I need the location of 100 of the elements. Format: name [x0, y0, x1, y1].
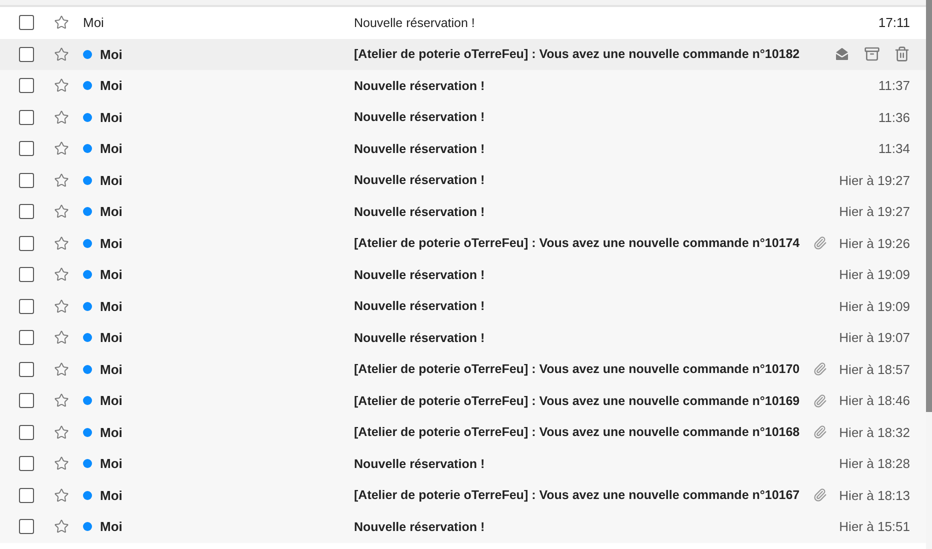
- mark-read-button[interactable]: [834, 46, 850, 62]
- message-time: 17:11: [878, 15, 910, 30]
- message-row[interactable]: Moi Nouvelle réservation ! 11:36: [0, 102, 926, 133]
- select-checkbox[interactable]: [19, 393, 34, 408]
- message-subject: Nouvelle réservation !: [354, 204, 486, 219]
- star-icon[interactable]: [54, 267, 69, 282]
- star-icon[interactable]: [54, 110, 69, 125]
- select-checkbox[interactable]: [19, 172, 34, 188]
- select-checkbox[interactable]: [19, 204, 34, 220]
- message-time: Hier à 19:07: [839, 330, 910, 346]
- message-row[interactable]: Moi Nouvelle réservation ! Hier à 15:51: [0, 511, 926, 542]
- select-checkbox[interactable]: [19, 15, 34, 30]
- select-checkbox[interactable]: [19, 236, 34, 251]
- message-time: 11:36: [878, 110, 910, 125]
- select-checkbox[interactable]: [19, 330, 34, 346]
- message-subject: Nouvelle réservation !: [354, 16, 476, 30]
- sender-name: Moi: [100, 236, 122, 251]
- message-row[interactable]: Moi Nouvelle réservation ! Hier à 19:27: [0, 164, 926, 196]
- star-icon[interactable]: [54, 15, 69, 30]
- select-checkbox[interactable]: [19, 298, 34, 314]
- message-subject: Nouvelle réservation !: [354, 173, 486, 188]
- message-subject: [Atelier de poterie oTerreFeu] : Vous avez une nouvelle commande n°10168: [354, 425, 801, 440]
- message-subject: [Atelier de poterie oTerreFeu] : Vous avez une nouvelle commande n°10167: [354, 488, 801, 502]
- star-icon[interactable]: [54, 78, 69, 94]
- message-time: Hier à 18:57: [839, 362, 910, 377]
- message-row[interactable]: Moi [Atelier de poterie oTerreFeu] : Vous avez une nouvelle commande n°10174 Hier à 19:26: [0, 228, 926, 259]
- star-icon[interactable]: [54, 236, 69, 251]
- star-icon[interactable]: [54, 362, 69, 377]
- sender-name: Moi: [100, 46, 122, 62]
- message-subject: Nouvelle réservation !: [354, 110, 486, 124]
- star-icon[interactable]: [54, 488, 69, 503]
- message-subject: Nouvelle réservation !: [354, 456, 486, 471]
- select-checkbox[interactable]: [19, 78, 34, 94]
- select-checkbox[interactable]: [19, 141, 34, 156]
- sender-name: Moi: [100, 141, 122, 156]
- sender-name: Moi: [100, 204, 122, 220]
- sender-name: Moi: [100, 172, 122, 188]
- message-time: Hier à 19:09: [839, 298, 910, 314]
- message-time: Hier à 19:27: [839, 204, 910, 220]
- star-icon[interactable]: [54, 46, 69, 62]
- scrollbar-thumb[interactable]: [926, 0, 932, 412]
- message-row[interactable]: Moi Nouvelle réservation ! 11:37: [0, 70, 926, 102]
- message-row[interactable]: Moi [Atelier de poterie oTerreFeu] : Vous avez une nouvelle commande n°10169 Hier à 18:46: [0, 385, 926, 416]
- message-time: 11:37: [878, 78, 910, 94]
- select-checkbox[interactable]: [19, 267, 34, 282]
- message-time: 11:34: [878, 141, 910, 156]
- sender-name: Moi: [100, 362, 122, 377]
- star-icon[interactable]: [54, 298, 69, 314]
- star-icon[interactable]: [54, 204, 69, 220]
- archive-button[interactable]: [864, 46, 880, 62]
- sender-name: Moi: [83, 15, 104, 30]
- star-icon[interactable]: [54, 330, 69, 346]
- message-time: Hier à 18:13: [839, 488, 910, 503]
- sender-name: Moi: [100, 456, 122, 472]
- message-subject: [Atelier de poterie oTerreFeu] : Vous avez une nouvelle commande n°10174: [354, 236, 801, 250]
- star-icon[interactable]: [54, 172, 69, 188]
- message-subject: [Atelier de poterie oTerreFeu] : Vous avez une nouvelle commande n°10169: [354, 394, 801, 408]
- select-checkbox[interactable]: [19, 46, 34, 62]
- message-time: Hier à 19:27: [839, 172, 910, 188]
- sender-name: Moi: [100, 519, 122, 534]
- sender-name: Moi: [100, 424, 122, 440]
- star-icon[interactable]: [54, 519, 69, 534]
- message-time: Hier à 19:26: [839, 236, 910, 251]
- select-checkbox[interactable]: [19, 362, 34, 377]
- message-time: Hier à 15:51: [839, 519, 910, 534]
- message-subject: Nouvelle réservation !: [354, 268, 486, 282]
- message-subject: Nouvelle réservation !: [354, 520, 486, 534]
- message-row[interactable]: Moi [Atelier de poterie oTerreFeu] : Vous avez une nouvelle commande n°10170 Hier à 18:57: [0, 354, 926, 385]
- message-row[interactable]: Moi Nouvelle réservation ! Hier à 19:07: [0, 322, 926, 354]
- select-checkbox[interactable]: [19, 456, 34, 472]
- star-icon[interactable]: [54, 141, 69, 156]
- select-checkbox[interactable]: [19, 488, 34, 503]
- message-time: Hier à 18:28: [839, 456, 910, 472]
- message-row[interactable]: Moi [Atelier de poterie oTerreFeu] : Vous avez une nouvelle commande n°10167 Hier à 18:13: [0, 480, 926, 511]
- message-row[interactable]: Moi Nouvelle réservation ! 11:34: [0, 133, 926, 164]
- select-checkbox[interactable]: [19, 110, 34, 125]
- sender-name: Moi: [100, 488, 122, 503]
- sender-name: Moi: [100, 330, 122, 346]
- select-checkbox[interactable]: [19, 519, 34, 534]
- message-time: Hier à 18:32: [839, 424, 910, 440]
- star-icon[interactable]: [54, 424, 69, 440]
- message-subject: Nouvelle réservation !: [354, 142, 486, 156]
- sender-name: Moi: [100, 267, 122, 282]
- star-icon[interactable]: [54, 456, 69, 472]
- message-row[interactable]: Moi [Atelier de poterie oTerreFeu] : Vous avez une nouvelle commande n°10182: [0, 38, 926, 70]
- message-subject: [Atelier de poterie oTerreFeu] : Vous avez une nouvelle commande n°10182: [354, 47, 801, 62]
- message-subject: Nouvelle réservation !: [354, 78, 486, 93]
- message-row[interactable]: Moi Nouvelle réservation ! Hier à 19:09: [0, 259, 926, 290]
- message-subject: Nouvelle réservation !: [354, 299, 486, 314]
- select-checkbox[interactable]: [19, 424, 34, 440]
- message-row[interactable]: Moi Nouvelle réservation ! Hier à 19:09: [0, 290, 926, 322]
- delete-button[interactable]: [894, 46, 910, 62]
- message-row[interactable]: Moi Nouvelle réservation ! Hier à 18:28: [0, 448, 926, 480]
- sender-name: Moi: [100, 110, 122, 125]
- star-icon[interactable]: [54, 393, 69, 408]
- message-time: Hier à 18:46: [839, 393, 910, 408]
- message-row[interactable]: Moi [Atelier de poterie oTerreFeu] : Vous avez une nouvelle commande n°10168 Hier à 18:32: [0, 416, 926, 448]
- sender-name: Moi: [100, 78, 122, 94]
- message-subject: [Atelier de poterie oTerreFeu] : Vous avez une nouvelle commande n°10170: [354, 362, 801, 376]
- message-row[interactable]: Moi Nouvelle réservation ! Hier à 19:27: [0, 196, 926, 228]
